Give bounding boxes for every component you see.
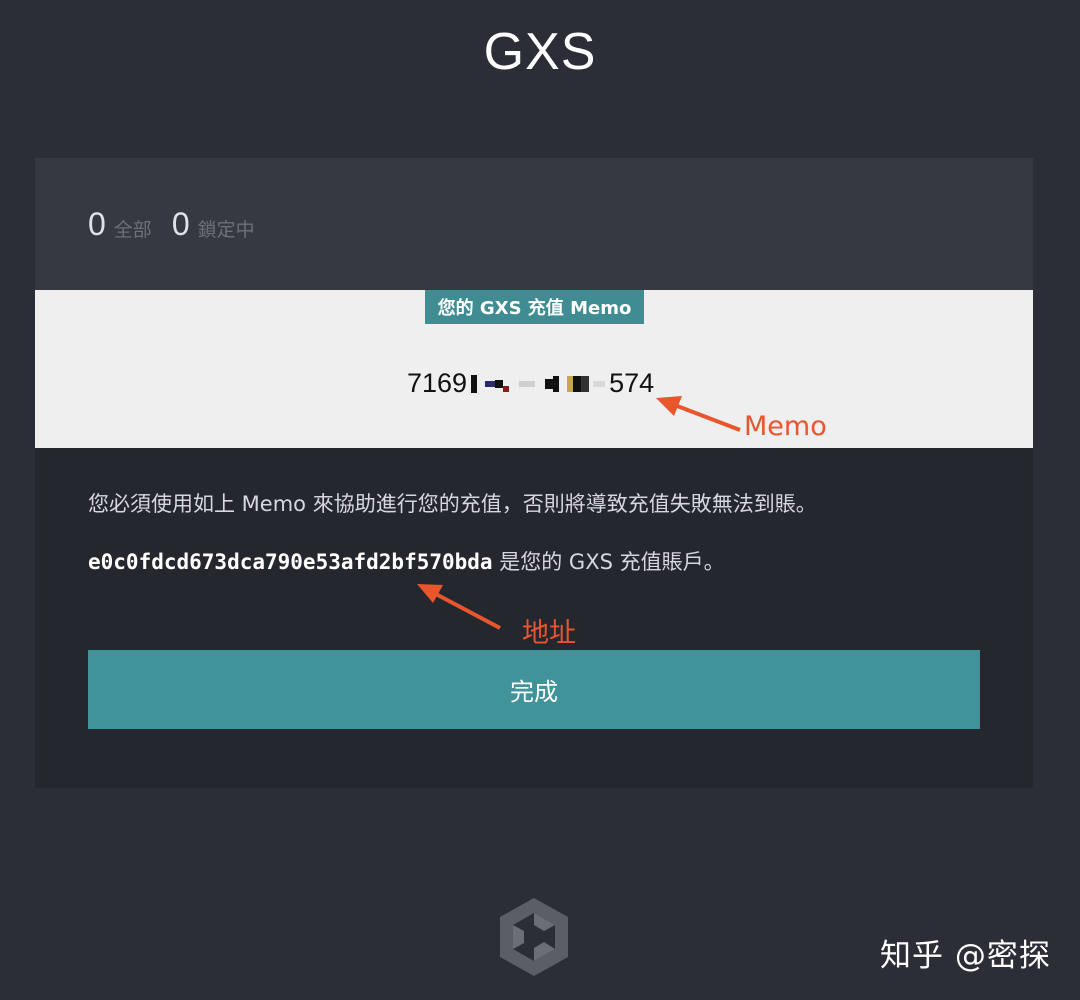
memo-value[interactable]: 7169 574 (407, 368, 654, 399)
deposit-card: 0 全部 0 鎖定中 您的 GXS 充值 Memo 7169 574 您必須使用… (35, 158, 1033, 788)
memo-redaction-pixels (471, 374, 606, 393)
done-button[interactable]: 完成 (88, 650, 980, 729)
address-suffix-text: 是您的 GXS 充值賬戶。 (492, 550, 725, 574)
zhihu-watermark: 知乎 @密探 (880, 938, 1051, 974)
balance-bar: 0 全部 0 鎖定中 (35, 158, 1033, 290)
memo-badge: 您的 GXS 充值 Memo (425, 290, 644, 324)
total-balance-label: 全部 (113, 218, 152, 241)
total-balance-value: 0 (88, 205, 106, 242)
memo-notice-text: 您必須使用如上 Memo 來協助進行您的充值，否則將導致充值失敗無法到賬。 (88, 492, 817, 516)
locked-balance-label: 鎖定中 (197, 218, 255, 241)
memo-panel: 您的 GXS 充值 Memo 7169 574 (35, 290, 1033, 448)
memo-value-suffix: 574 (609, 368, 655, 398)
locked-balance-value: 0 (171, 205, 190, 242)
instructions-area: 您必須使用如上 Memo 來協助進行您的充值，否則將導致充值失敗無法到賬。 e0… (35, 448, 1033, 729)
deposit-address[interactable]: e0c0fdcd673dca790e53afd2bf570bda (88, 550, 493, 574)
memo-value-prefix: 7169 (407, 368, 468, 398)
deposit-page: GXS 0 全部 0 鎖定中 您的 GXS 充值 Memo 7169 574 您… (0, 0, 1080, 1000)
memo-annotation-label: Memo (744, 411, 827, 442)
page-title: GXS (483, 23, 597, 81)
gxs-logo-icon (500, 898, 568, 976)
address-annotation-label: 地址 (522, 618, 576, 649)
address-line: e0c0fdcd673dca790e53afd2bf570bda 是您的 GXS… (88, 546, 980, 576)
